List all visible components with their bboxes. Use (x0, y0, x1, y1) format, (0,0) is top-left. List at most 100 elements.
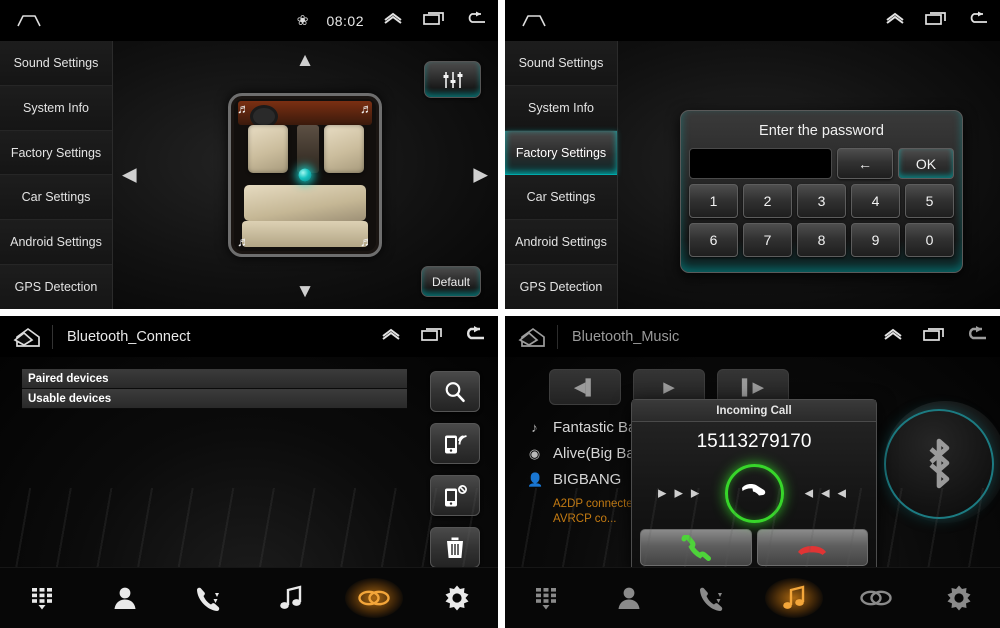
nav-link[interactable] (332, 568, 415, 628)
sidebar-item-system-info[interactable]: System Info (0, 85, 112, 131)
phone-disconnect-icon (445, 484, 467, 506)
caller-number: 15113279170 (696, 431, 812, 452)
status-bar-right (884, 0, 990, 41)
chevron-up-icon[interactable] (382, 11, 404, 30)
disconnect-device-button[interactable] (430, 475, 480, 516)
key-9[interactable]: 9 (851, 223, 900, 257)
balance-down-arrow[interactable]: ▼ (296, 282, 315, 301)
search-button[interactable] (430, 371, 480, 412)
nav-link[interactable] (835, 568, 918, 628)
sidebar-item-car-settings[interactable]: Car Settings (505, 175, 617, 221)
nav-contacts[interactable] (588, 568, 671, 628)
reject-call-button[interactable] (756, 529, 868, 566)
sidebar-item-gps-detection[interactable]: GPS Detection (505, 265, 617, 309)
sidebar-item-android-settings[interactable]: Android Settings (505, 220, 617, 266)
password-input[interactable] (689, 148, 832, 179)
equalizer-button[interactable] (424, 61, 481, 98)
nav-settings[interactable] (918, 568, 1000, 628)
sidebar-item-sound-settings[interactable]: Sound Settings (0, 41, 112, 86)
home-icon[interactable] (517, 327, 551, 347)
app-header: Bluetooth_Connect (0, 316, 498, 357)
ringing-indicator: ▶▶▶ ◀◀◀ (632, 457, 876, 529)
car-cabin-diagram[interactable]: ♬ ♬ ♬ ♬ (228, 93, 382, 257)
balance-right-arrow[interactable]: ▶ (473, 166, 488, 185)
disc-icon: ◉ (528, 445, 541, 461)
link-icon (860, 590, 892, 606)
key-3[interactable]: 3 (797, 184, 846, 218)
header-right (380, 316, 488, 357)
chevron-up-icon[interactable] (380, 327, 402, 346)
sidebar-item-factory-settings[interactable]: Factory Settings (0, 130, 112, 176)
settings-body: Sound Settings System Info Factory Setti… (0, 41, 498, 309)
sidebar-item-gps-detection[interactable]: GPS Detection (0, 265, 112, 309)
nav-settings[interactable] (415, 568, 498, 628)
nav-call-history[interactable] (166, 568, 249, 628)
home-icon[interactable] (517, 11, 551, 31)
usable-devices-section[interactable]: Usable devices (22, 389, 407, 409)
sidebar-item-system-info[interactable]: System Info (505, 85, 617, 131)
balance-left-arrow[interactable]: ◀ (122, 166, 137, 185)
back-icon[interactable] (464, 11, 488, 31)
home-icon[interactable] (12, 11, 46, 31)
panel-bluetooth-music: Bluetooth_Music ◀▌ ▶ ▌▶ ♪ Fantastic Baby… (505, 316, 1000, 628)
balance-up-arrow[interactable]: ▲ (296, 51, 315, 70)
chevron-up-icon[interactable] (882, 327, 904, 346)
nav-dialpad[interactable] (0, 568, 83, 628)
previous-track-button[interactable]: ◀▌ (549, 369, 621, 405)
connect-device-button[interactable] (430, 423, 480, 464)
incoming-call-dialog: Incoming Call 15113279170 ▶▶▶ ◀◀◀ (631, 399, 877, 568)
nav-contacts[interactable] (83, 568, 166, 628)
page-title: Bluetooth_Music (572, 328, 680, 345)
chevron-up-icon[interactable] (884, 11, 906, 30)
sidebar-item-android-settings[interactable]: Android Settings (0, 220, 112, 266)
default-button[interactable]: Default (421, 266, 481, 297)
artist-icon: 👤 (527, 471, 544, 487)
nav-music[interactable] (753, 568, 836, 628)
home-icon[interactable] (12, 327, 46, 347)
delete-device-button[interactable] (430, 527, 480, 568)
music-icon (782, 585, 804, 609)
recent-apps-icon[interactable] (924, 11, 948, 31)
key-6[interactable]: 6 (689, 223, 738, 257)
sidebar-item-sound-settings[interactable]: Sound Settings (505, 41, 617, 86)
ring-wave-left-icon: ▶▶▶ (658, 487, 708, 500)
nav-music[interactable] (249, 568, 332, 628)
sidebar-item-car-settings[interactable]: Car Settings (0, 175, 112, 221)
app-header: Bluetooth_Music (505, 316, 1000, 357)
note-icon: ♪ (531, 420, 538, 435)
back-icon[interactable] (462, 325, 488, 348)
panel-factory-settings: Sound Settings System Info Factory Setti… (505, 0, 1000, 309)
key-0[interactable]: 0 (905, 223, 954, 257)
key-5[interactable]: 5 (905, 184, 954, 218)
ok-button[interactable]: OK (898, 148, 954, 179)
equalizer-icon (443, 71, 462, 88)
accept-call-button[interactable] (640, 529, 752, 566)
paired-devices-section[interactable]: Paired devices (22, 369, 407, 389)
phone-connect-icon (445, 434, 467, 453)
device-list: Paired devices Usable devices (22, 369, 407, 409)
settings-gear-icon (947, 585, 971, 611)
recent-apps-icon[interactable] (422, 11, 446, 31)
key-8[interactable]: 8 (797, 223, 846, 257)
nav-call-history[interactable] (670, 568, 753, 628)
key-2[interactable]: 2 (743, 184, 792, 218)
contacts-icon (618, 587, 640, 609)
key-1[interactable]: 1 (689, 184, 738, 218)
nav-dialpad[interactable] (505, 568, 588, 628)
recent-apps-icon[interactable] (922, 327, 946, 347)
back-icon[interactable] (966, 11, 990, 31)
header-divider (557, 324, 558, 349)
dialpad-icon (31, 588, 52, 610)
header-divider (52, 324, 53, 349)
bluetooth-connect-body: Paired devices Usable devices (0, 357, 498, 568)
key-4[interactable]: 4 (851, 184, 900, 218)
sidebar-item-factory-settings[interactable]: Factory Settings (505, 130, 617, 176)
key-7[interactable]: 7 (743, 223, 792, 257)
ring-wave-right-icon: ◀◀◀ (804, 487, 854, 500)
backspace-button[interactable]: ← (837, 148, 893, 179)
speaker-icon: ♬ (360, 101, 373, 116)
balance-indicator-dot[interactable] (298, 168, 312, 182)
back-icon[interactable] (964, 325, 990, 348)
recent-apps-icon[interactable] (420, 327, 444, 347)
status-bar-right: ❀ 08:02 (297, 0, 488, 41)
